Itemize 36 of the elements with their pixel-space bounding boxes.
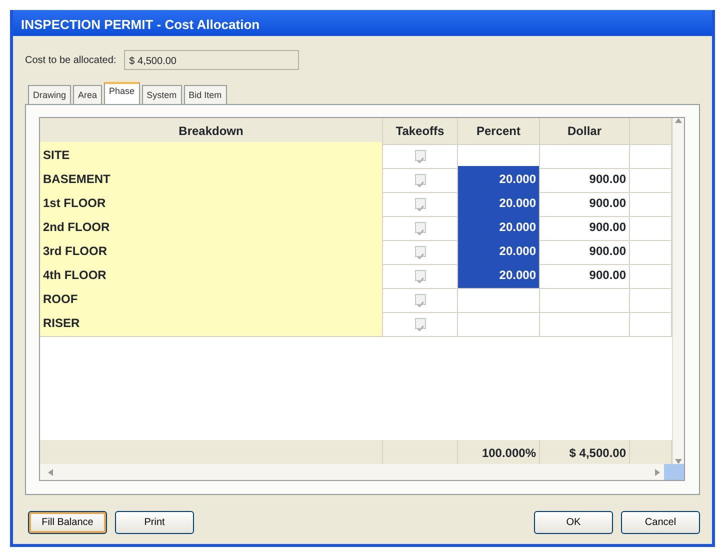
dialog-button[interactable]: OK [534,511,613,534]
tab[interactable]: System [142,85,182,104]
column-header[interactable]: Takeoffs [383,118,458,145]
tab[interactable]: Phase [104,82,140,104]
percent-cell: 20.000 [458,262,540,289]
dollar-cell: 900.00 [540,214,630,241]
dollar-cell: 900.00 [540,238,630,265]
dialog-button[interactable]: Cancel [621,511,700,534]
dollar-cell: 900.00 [540,262,630,289]
checkbox[interactable] [414,174,426,184]
vertical-scrollbar[interactable] [672,118,684,464]
dollar-cell: 900.00 [540,166,630,193]
column-header[interactable]: Percent [458,118,540,145]
checkbox[interactable] [414,318,426,328]
dollar-cell: 900.00 [540,190,630,217]
tab[interactable]: Bid Item [184,85,227,104]
scroll-left-icon[interactable] [48,468,53,476]
scroll-up-icon[interactable] [675,118,682,123]
checkbox[interactable] [414,150,426,160]
breakdown-cell: RISER [40,310,383,337]
checkbox[interactable] [414,222,426,232]
dialog-button[interactable]: Print [115,511,194,534]
tab[interactable]: Area [73,85,102,104]
scroll-right-icon[interactable] [655,468,660,476]
cost-field[interactable]: $ 4,500.00 [124,50,300,70]
scrollbar-corner [664,464,684,480]
checkbox[interactable] [414,198,426,208]
column-header[interactable]: Dollar [540,118,630,145]
checkbox[interactable] [414,270,426,280]
tab[interactable]: Drawing [28,85,72,104]
horizontal-scrollbar[interactable] [40,464,664,480]
dialog-button[interactable]: Fill Balance [28,511,107,534]
window-title: INSPECTION PERMIT - Cost Allocation [13,10,712,36]
checkbox[interactable] [414,246,426,256]
checkbox[interactable] [414,294,426,304]
cost-label: Cost to be allocated: [25,54,116,68]
